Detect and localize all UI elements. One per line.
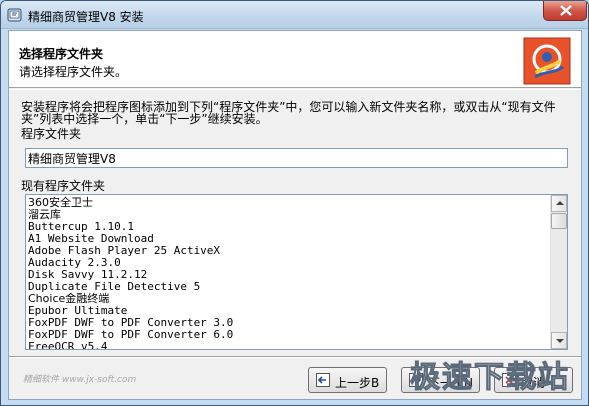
existing-folders-list[interactable]: 360安全卫士 溜云库 Buttercup 1.10.1 A1 Website … bbox=[25, 194, 568, 350]
close-button[interactable] bbox=[543, 1, 587, 21]
header-separator bbox=[9, 89, 581, 90]
instructions-text: 安装程序将会把程序图标添加到下列“程序文件夹”中，您可以输入新文件夹名称，或双击… bbox=[21, 100, 556, 126]
wizard-client-area: 选择程序文件夹 请选择程序文件夹。 安装程序将会把程序图标添加到下列“程序文件夹… bbox=[8, 30, 582, 400]
page-title: 选择程序文件夹 bbox=[19, 47, 104, 61]
installer-app-icon bbox=[7, 8, 22, 22]
program-folder-input[interactable] bbox=[25, 148, 568, 168]
close-icon bbox=[560, 5, 572, 16]
brand-text: 精细软件 www.jx-soft.com bbox=[23, 375, 137, 385]
title-bar[interactable]: 精细商贸管理V8 安装 bbox=[1, 1, 588, 29]
scroll-down-button[interactable] bbox=[551, 332, 567, 349]
list-scrollbar[interactable] bbox=[550, 195, 567, 349]
scroll-thumb[interactable] bbox=[551, 213, 567, 229]
wizard-header: 选择程序文件夹 请选择程序文件夹。 bbox=[9, 31, 581, 88]
page-subtitle: 请选择程序文件夹。 bbox=[19, 65, 128, 79]
installer-window: 精细商贸管理V8 安装 选择程序文件夹 请选择程序文件夹。 安装程序将会把程序图… bbox=[0, 0, 589, 406]
brand-logo bbox=[523, 37, 571, 85]
existing-folders-label: 现有程序文件夹 bbox=[21, 179, 106, 193]
list-item[interactable]: FreeOCR v5.4 bbox=[28, 341, 548, 350]
site-watermark: 极速下载站 bbox=[410, 360, 570, 396]
back-arrow-icon bbox=[316, 373, 330, 387]
back-button-label: 上一步B bbox=[335, 376, 380, 390]
arrow-down-icon bbox=[556, 339, 564, 343]
list-item[interactable]: 360安全卫士 bbox=[28, 197, 548, 209]
window-title: 精细商贸管理V8 安装 bbox=[28, 10, 144, 24]
scroll-up-button[interactable] bbox=[551, 195, 567, 212]
arrow-up-icon bbox=[556, 201, 564, 205]
folder-label: 程序文件夹 bbox=[21, 127, 82, 141]
back-button[interactable]: 上一步B bbox=[308, 367, 387, 393]
